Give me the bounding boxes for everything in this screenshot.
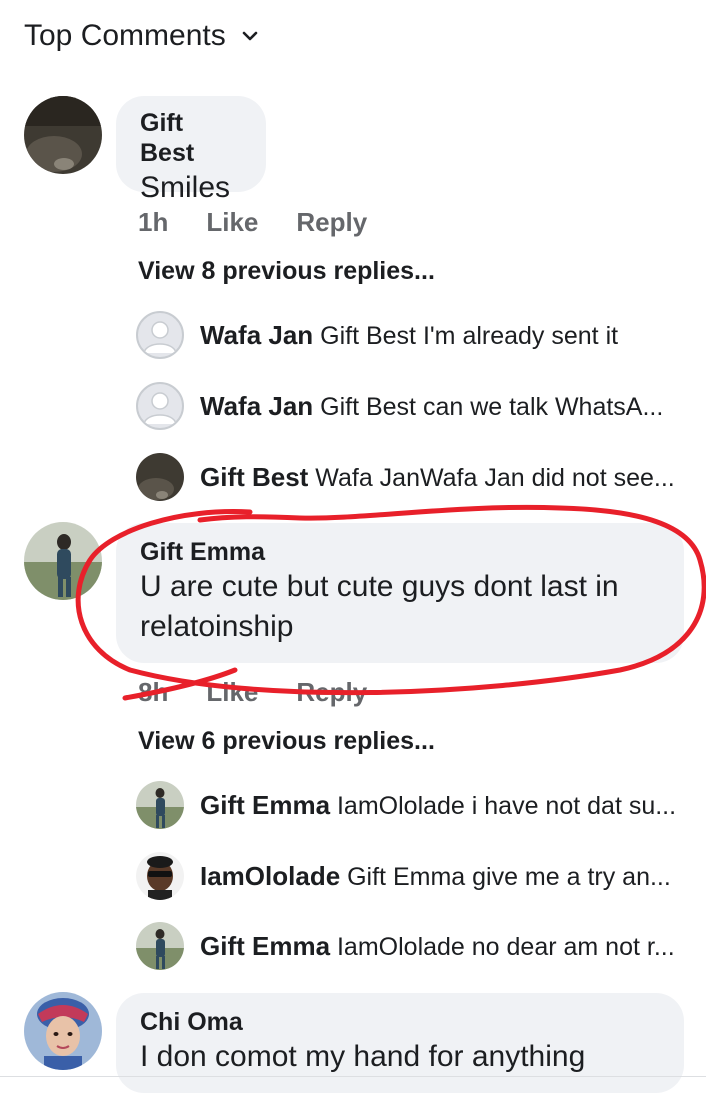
avatar[interactable] (136, 382, 184, 430)
sort-dropdown[interactable]: Top Comments (24, 16, 260, 56)
reply-content: Wafa Jan Gift Best I'm already sent it (200, 310, 690, 360)
comment-text-line-1: U are cute but cute guys dont last in (140, 570, 619, 603)
comment-text: Smiles (140, 171, 231, 204)
avatar[interactable] (136, 781, 184, 829)
reply-text: Gift Best I'm already sent it (320, 322, 619, 350)
bottom-divider (0, 1076, 706, 1077)
comment-author[interactable]: Gift Best (140, 108, 242, 168)
reply-author[interactable]: Gift Emma (200, 931, 330, 961)
like-button[interactable]: Like (206, 677, 258, 708)
reply-text: IamOlolade no dear am not r... (336, 933, 675, 961)
reply-item: Wafa Jan Gift Best I'm already sent it (136, 310, 618, 360)
comment-time: 1h (138, 207, 169, 237)
avatar[interactable] (24, 96, 102, 174)
view-previous-replies-link[interactable]: View 6 previous replies... (138, 727, 435, 756)
reply-author[interactable]: IamOlolade (200, 861, 340, 891)
reply-author[interactable]: Wafa Jan (200, 320, 313, 350)
reply-item: IamOlolade Gift Emma give me a try an... (136, 851, 671, 901)
avatar[interactable] (24, 992, 102, 1070)
reply-button[interactable]: Reply (296, 677, 367, 708)
reply-text: Gift Emma give me a try an... (347, 863, 671, 891)
reply-text: IamOlolade i have not dat su... (336, 792, 677, 820)
comment-bubble: Gift Emma U are cute but cute guys dont … (116, 523, 684, 663)
avatar[interactable] (136, 453, 184, 501)
view-previous-replies-link[interactable]: View 8 previous replies... (138, 257, 435, 286)
comment-text-line-2: relatoinship (140, 610, 294, 643)
comment-text: I don comot my hand for anything (140, 1040, 586, 1073)
reply-item: Wafa Jan Gift Best can we talk WhatsA... (136, 381, 663, 431)
avatar[interactable] (24, 522, 102, 600)
reply-text: Gift Best can we talk WhatsA... (320, 393, 664, 421)
avatar[interactable] (136, 311, 184, 359)
comment-author[interactable]: Chi Oma (140, 1007, 660, 1037)
comment-bubble: Chi Oma I don comot my hand for anything (116, 993, 684, 1093)
reply-text: Wafa JanWafa Jan did not see... (315, 464, 675, 492)
reply-button[interactable]: Reply (296, 207, 367, 238)
reply-item: Gift Emma IamOlolade i have not dat su..… (136, 780, 676, 830)
reply-content: Gift Best Wafa JanWafa Jan did not see..… (200, 452, 690, 502)
reply-author[interactable]: Gift Emma (200, 790, 330, 820)
sort-label: Top Comments (24, 19, 226, 52)
avatar[interactable] (136, 922, 184, 970)
avatar[interactable] (136, 852, 184, 900)
reply-content: Gift Emma IamOlolade i have not dat su..… (200, 780, 690, 830)
comment-bubble: Gift Best Smiles (116, 96, 266, 204)
chevron-down-icon (242, 31, 258, 41)
reply-content: IamOlolade Gift Emma give me a try an... (200, 851, 690, 901)
reply-item: Gift Emma IamOlolade no dear am not r... (136, 921, 675, 971)
like-button[interactable]: Like (206, 207, 258, 238)
comment-time: 8h (138, 677, 169, 707)
reply-author[interactable]: Wafa Jan (200, 391, 313, 421)
comment-actions: 8h Like Reply (138, 677, 405, 708)
reply-item: Gift Best Wafa JanWafa Jan did not see..… (136, 452, 675, 502)
comment-actions: 1h Like Reply (138, 207, 405, 238)
reply-author[interactable]: Gift Best (200, 462, 308, 492)
reply-content: Gift Emma IamOlolade no dear am not r... (200, 921, 690, 971)
reply-content: Wafa Jan Gift Best can we talk WhatsA... (200, 381, 690, 431)
comment-author[interactable]: Gift Emma (140, 537, 660, 567)
